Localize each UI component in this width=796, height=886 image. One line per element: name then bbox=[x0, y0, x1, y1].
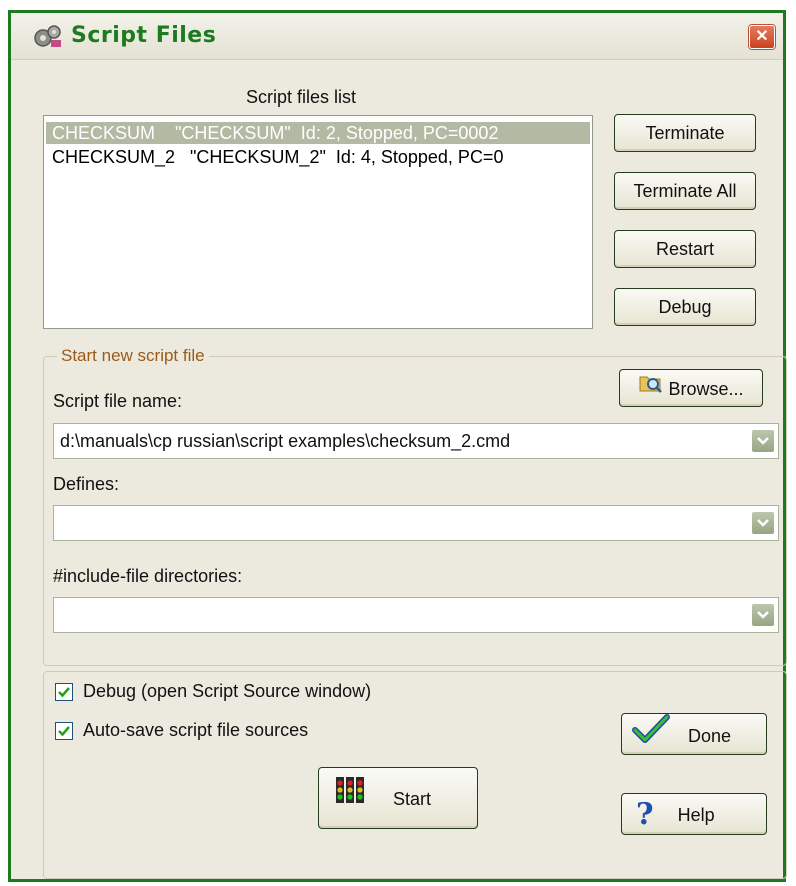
defines-combo[interactable] bbox=[53, 505, 779, 541]
checkmark-icon bbox=[632, 714, 670, 758]
include-dirs-combo[interactable] bbox=[53, 597, 779, 633]
question-mark-icon: ? bbox=[636, 797, 654, 833]
include-dirs-label: #include-file directories: bbox=[53, 566, 243, 586]
debug-button-label: Debug bbox=[658, 297, 712, 317]
terminate-all-button-label: Terminate All bbox=[633, 181, 737, 201]
list-item-checksum[interactable]: CHECKSUM "CHECKSUM" Id: 2, Stopped, PC=0… bbox=[46, 122, 590, 144]
list-label: Script files list bbox=[246, 87, 357, 107]
defines-label: Defines: bbox=[53, 474, 120, 494]
start-button[interactable]: Start bbox=[318, 767, 478, 829]
window-title: Script Files bbox=[71, 23, 217, 48]
browse-button[interactable]: Browse... bbox=[619, 369, 763, 407]
chevron-down-icon[interactable] bbox=[752, 512, 774, 534]
debug-button[interactable]: Debug bbox=[614, 288, 756, 326]
restart-button[interactable]: Restart bbox=[614, 230, 756, 268]
autosave-checkbox[interactable] bbox=[55, 722, 73, 740]
title-bar[interactable]: Script Files ✕ bbox=[11, 13, 783, 60]
chevron-down-icon[interactable] bbox=[752, 430, 774, 452]
terminate-button[interactable]: Terminate bbox=[614, 114, 756, 152]
terminate-all-button[interactable]: Terminate All bbox=[614, 172, 756, 210]
script-files-window: Script Files ✕ Script files list CHECKSU… bbox=[8, 10, 787, 882]
help-button-label: Help bbox=[677, 805, 715, 826]
list-item-checksum-2[interactable]: CHECKSUM_2 "CHECKSUM_2" Id: 4, Stopped, … bbox=[46, 146, 590, 168]
script-files-listbox[interactable]: CHECKSUM "CHECKSUM" Id: 2, Stopped, PC=0… bbox=[43, 115, 593, 329]
done-button-label: Done bbox=[688, 726, 732, 746]
script-file-name-label: Script file name: bbox=[53, 391, 183, 411]
restart-button-label: Restart bbox=[655, 239, 715, 259]
help-button[interactable]: ? Help bbox=[621, 793, 767, 835]
debug-checkbox-label[interactable]: Debug (open Script Source window) bbox=[83, 681, 371, 702]
start-button-label: Start bbox=[393, 789, 432, 810]
debug-checkbox[interactable] bbox=[55, 683, 73, 701]
script-file-name-value: d:\manuals\cp russian\script examples\ch… bbox=[60, 431, 511, 451]
autosave-checkbox-label[interactable]: Auto-save script file sources bbox=[83, 720, 308, 741]
browse-button-label: Browse... bbox=[668, 379, 744, 400]
group-title: Start new script file bbox=[57, 346, 209, 366]
traffic-lights-icon bbox=[335, 769, 365, 829]
gears-icon bbox=[33, 23, 63, 49]
script-file-name-combo[interactable]: d:\manuals\cp russian\script examples\ch… bbox=[53, 423, 779, 459]
chevron-down-icon[interactable] bbox=[752, 604, 774, 626]
folder-search-icon bbox=[638, 371, 664, 407]
done-button[interactable]: Done bbox=[621, 713, 767, 755]
terminate-button-label: Terminate bbox=[645, 123, 725, 143]
close-button[interactable]: ✕ bbox=[749, 25, 775, 49]
